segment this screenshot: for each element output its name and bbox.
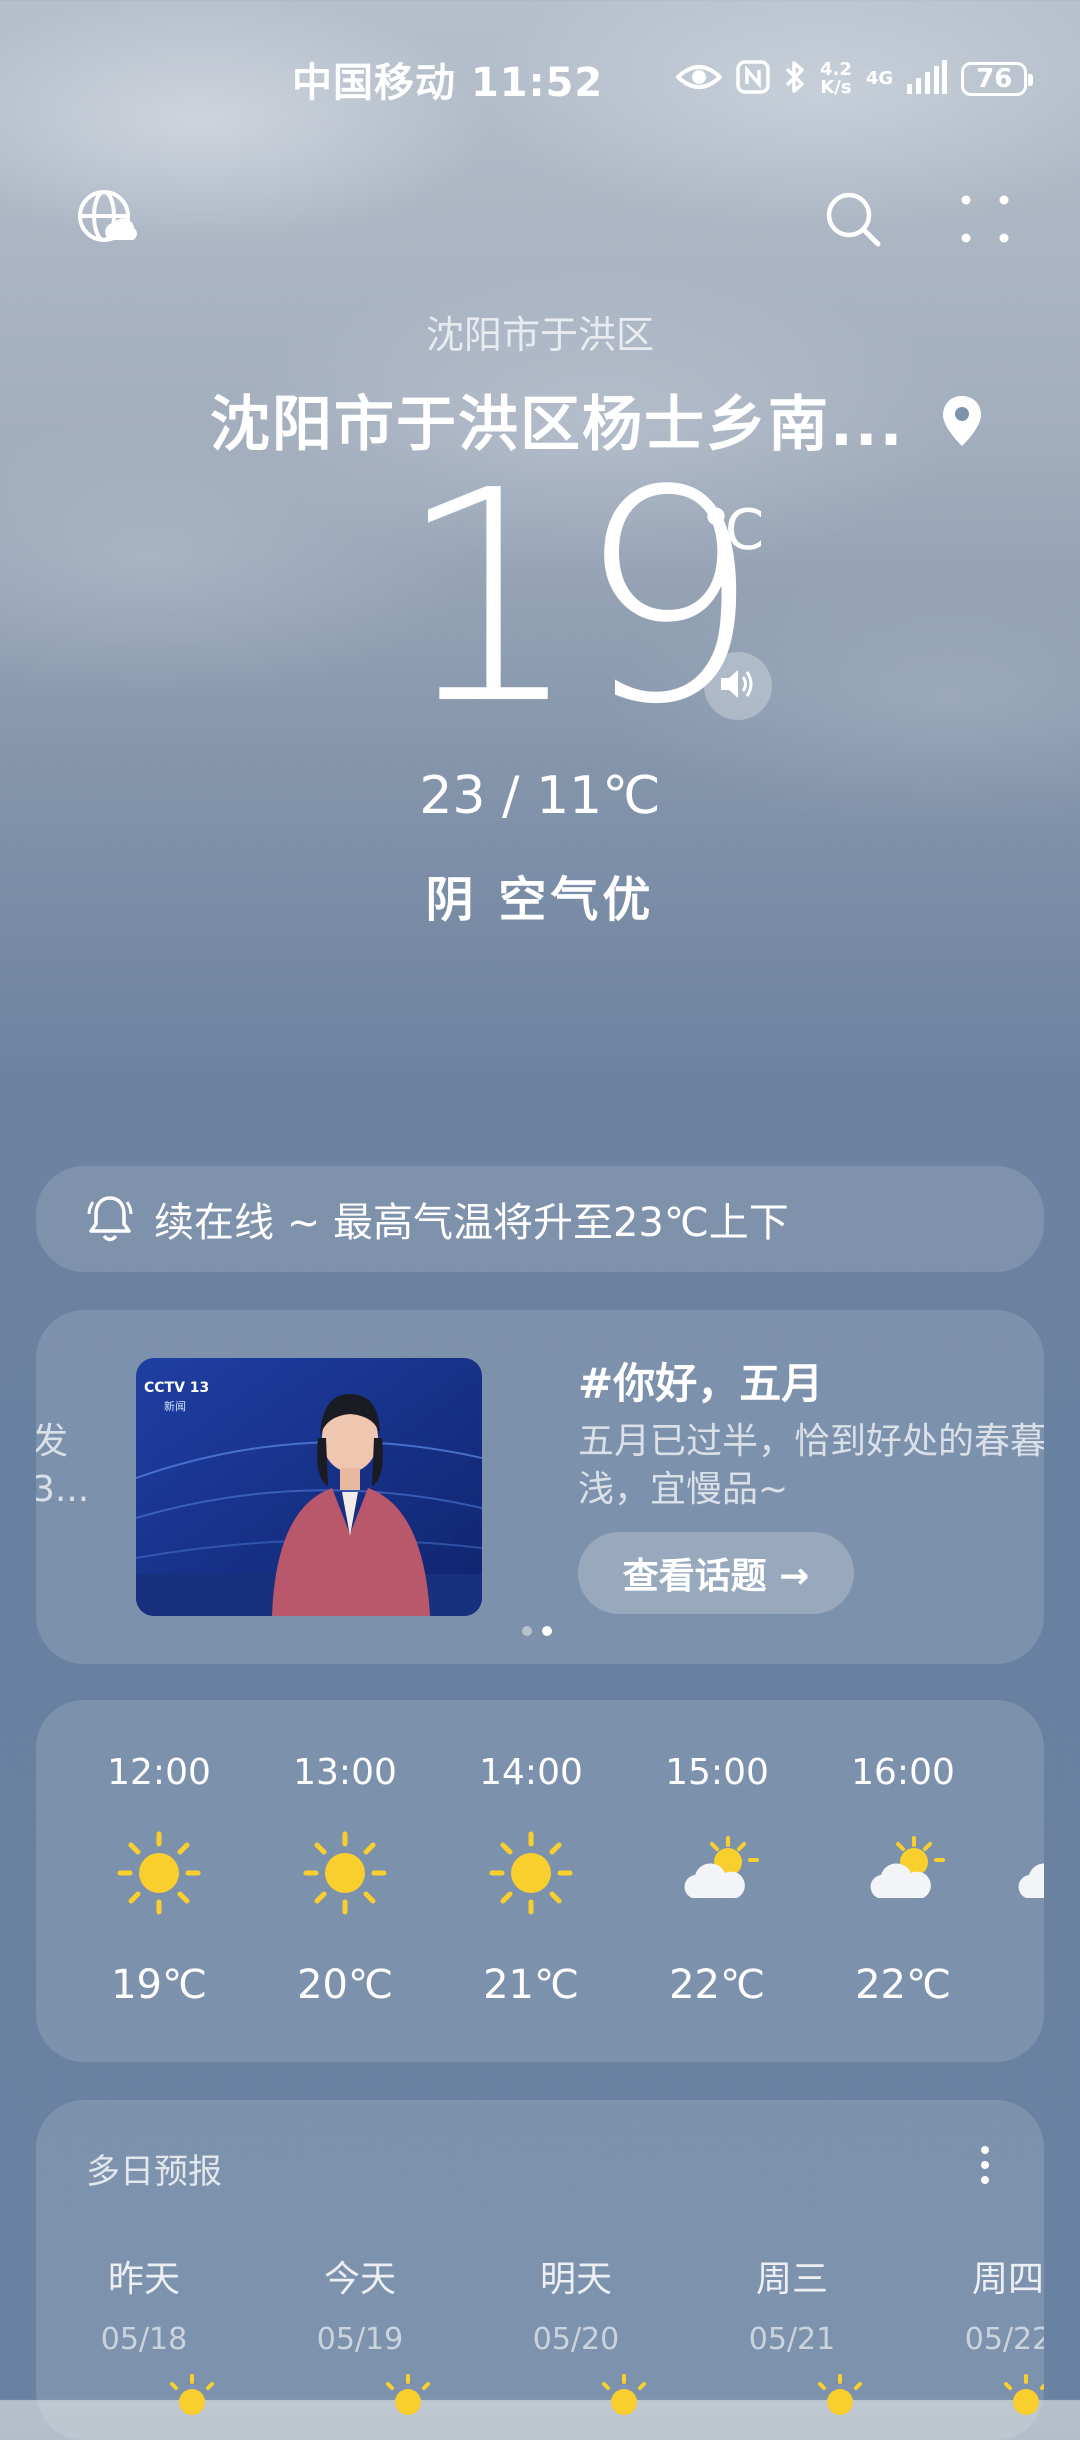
partly-cloudy-icon — [858, 1828, 948, 1918]
nfc-icon — [736, 60, 770, 98]
carousel-dot-active — [542, 1626, 552, 1636]
sun-icon — [810, 2372, 870, 2436]
news-thumbnail[interactable]: CCTV 13 新闻 — [136, 1358, 482, 1616]
alert-card[interactable]: 续在线 ~ 最高气温将升至23℃上下 — [36, 1166, 1044, 1272]
carrier-name: 中国移动 — [292, 60, 456, 106]
hour-item: 13:00 20℃ — [293, 1752, 397, 2008]
network-speed: 4.2 K/s — [820, 59, 852, 98]
hour-item: 17 2 — [996, 1700, 1044, 2062]
battery-icon: 76 — [961, 62, 1034, 96]
district-label: 沈阳市于洪区 — [425, 313, 654, 357]
sun-icon — [114, 1828, 204, 1918]
sun-icon — [378, 2372, 438, 2436]
topic-title: #你好，五月 — [578, 1359, 824, 1408]
city-manage-icon[interactable] — [72, 184, 142, 254]
sun-icon — [594, 2372, 654, 2436]
sun-icon — [486, 1828, 576, 1918]
day-item[interactable]: 周四 05/22 — [908, 2250, 1044, 2357]
more-menu-icon[interactable] — [950, 184, 1020, 254]
day-item[interactable]: 昨天 05/18 — [44, 2250, 244, 2357]
temperature-unit: ℃ — [702, 498, 765, 563]
carousel-indicator — [522, 1626, 552, 1636]
topic-carousel-card[interactable]: 发 3... CCTV 13 新闻 #你好，五月 五月已过半，恰到好处的春暮 浅… — [36, 1310, 1044, 1664]
eye-icon — [675, 62, 723, 96]
weather-condition[interactable]: 阴 空气优 — [0, 860, 1080, 930]
day-item[interactable]: 今天 05/19 — [260, 2250, 460, 2357]
alert-text: 续在线 ~ 最高气温将升至23℃上下 — [154, 1200, 789, 1246]
multi-day-forecast-card[interactable]: 多日预报 昨天 05/18 今天 05/19 明天 05/20 周三 05/21… — [36, 2100, 1044, 2440]
sun-icon — [300, 1828, 390, 1918]
voice-broadcast-button[interactable] — [704, 652, 772, 720]
hour-item: 15:00 22℃ — [665, 1752, 769, 2008]
signal-icon — [907, 60, 948, 98]
svg-text:CCTV 13: CCTV 13 — [144, 1380, 209, 1396]
more-vertical-icon[interactable] — [960, 2140, 1010, 2190]
status-bar-carrier-time: 中国移动 11:52 — [292, 50, 603, 108]
carousel-dot — [522, 1626, 532, 1636]
location-pin-icon — [941, 393, 983, 463]
status-icons: 4.2 K/s 4G 76 — [675, 56, 1034, 102]
partly-cloudy-icon — [996, 1828, 1044, 1918]
hour-item: 12:00 19℃ — [107, 1752, 211, 2008]
hourly-forecast-card[interactable]: 12:00 19℃ 13:00 20℃ 14:00 21℃ 15:00 22℃ … — [36, 1700, 1044, 2062]
svg-text:新闻: 新闻 — [164, 1399, 186, 1413]
search-icon[interactable] — [818, 184, 888, 254]
sun-icon — [996, 2372, 1044, 2436]
network-type: 4G — [865, 68, 894, 89]
current-temperature: 19 — [396, 428, 762, 768]
hour-item: 16:00 22℃ — [851, 1752, 955, 2008]
previous-slide-fragment: 发 3... — [36, 1421, 90, 1510]
high-low-temperature: 23 / 11℃ — [419, 766, 661, 826]
sun-icon — [162, 2372, 222, 2436]
partly-cloudy-icon — [672, 1828, 762, 1918]
topic-description: 五月已过半，恰到好处的春暮 浅，宜慢品~ — [578, 1421, 1044, 1510]
bluetooth-icon — [784, 60, 806, 98]
speaker-icon — [718, 666, 758, 706]
view-topic-button[interactable]: 查看话题 → — [578, 1532, 854, 1614]
clock: 11:52 — [470, 60, 604, 106]
bell-icon — [86, 1193, 134, 1245]
day-item[interactable]: 周三 05/21 — [692, 2250, 892, 2357]
day-item[interactable]: 明天 05/20 — [476, 2250, 676, 2357]
hour-item: 14:00 21℃ — [479, 1752, 583, 2008]
daily-forecast-title: 多日预报 — [86, 2152, 222, 2192]
